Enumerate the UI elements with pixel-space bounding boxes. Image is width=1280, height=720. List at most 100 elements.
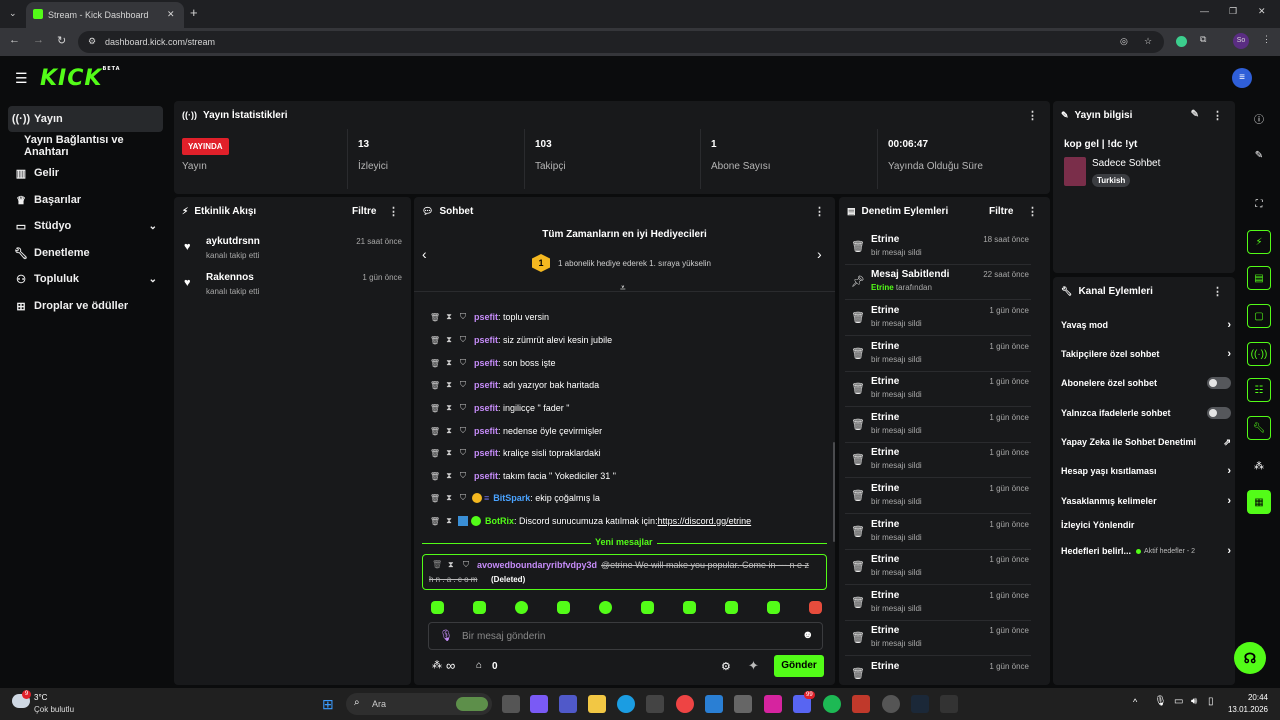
category-thumbnail[interactable] (1064, 157, 1086, 186)
document-icon[interactable]: ▤ (1247, 266, 1271, 290)
profile-avatar[interactable]: So (1233, 33, 1249, 49)
spotify-icon[interactable] (823, 695, 841, 713)
emote-icon[interactable] (641, 601, 654, 614)
app-icon[interactable]: ▦ (1247, 490, 1271, 514)
forward-icon[interactable]: → (33, 34, 44, 46)
hourglass-icon[interactable]: ⧗ (442, 403, 456, 413)
user-avatar[interactable]: ≡ (1232, 68, 1252, 88)
chat-menu-icon[interactable]: ⋮ (814, 205, 825, 218)
microphone-icon[interactable]: 🎙︎ (439, 629, 453, 642)
emote-icon[interactable] (557, 601, 570, 614)
stream-info-menu-icon[interactable]: ⋮ (1212, 109, 1223, 122)
wrench-icon[interactable]: 🔧︎ (1247, 416, 1271, 440)
browser-tab[interactable]: Stream - Kick Dashboard ✕ (26, 2, 184, 28)
sidebar-item-studyo[interactable]: ▭ Stüdyo ⌄ (8, 213, 163, 239)
trash-icon[interactable]: 🗑︎ (428, 427, 442, 436)
store-icon[interactable] (646, 695, 664, 713)
epic-games-icon[interactable] (940, 695, 958, 713)
followers-only-row[interactable]: Takipçilere özel sohbet › (1061, 344, 1231, 364)
moderation-menu-icon[interactable]: ⋮ (1027, 205, 1038, 218)
bookmark-star-icon[interactable]: ☆ (1144, 36, 1152, 47)
emote-icon[interactable] (725, 601, 738, 614)
shield-icon[interactable]: ⛉ (456, 471, 470, 481)
hourglass-icon[interactable]: ⧗ (442, 426, 456, 436)
steam-icon[interactable] (911, 695, 929, 713)
taskbar-search[interactable]: ⌕ Ara (346, 693, 492, 715)
fullscreen-icon[interactable]: ⛶ (1247, 192, 1271, 216)
shield-icon[interactable]: ⛉ (463, 560, 469, 570)
close-tab-icon[interactable]: ✕ (167, 9, 175, 20)
channel-points-icon[interactable]: ⁂ (1247, 454, 1271, 478)
emote-icon[interactable] (683, 601, 696, 614)
edge-icon[interactable] (617, 695, 635, 713)
sidebar-item-denetleme[interactable]: 🔧︎ Denetleme (8, 240, 163, 266)
goals-row[interactable]: Hedefleri belirl... Aktif hedefler - 2 › (1061, 541, 1231, 561)
teams-icon[interactable] (559, 695, 577, 713)
weather-desc[interactable]: Çok bulutlu (34, 705, 74, 714)
chat-scrollbar[interactable] (833, 442, 835, 542)
vscode-icon[interactable] (705, 695, 723, 713)
trash-icon[interactable]: 🗑︎ (428, 472, 442, 481)
deleted-message-user[interactable]: avowedboundaryribfvdpy3d (477, 560, 597, 570)
channel-actions-menu-icon[interactable]: ⋮ (1212, 285, 1223, 298)
hourglass-icon[interactable]: ⧗ (442, 493, 456, 503)
trash-icon[interactable]: 🗑︎ (428, 517, 442, 526)
shield-icon[interactable]: ⛉ (456, 358, 470, 368)
app-icon[interactable] (734, 695, 752, 713)
sidebar-item-droplar[interactable]: ⊞ Droplar ve ödüller (8, 293, 163, 319)
file-explorer-icon[interactable] (588, 695, 606, 713)
shield-icon[interactable]: ⛉ (456, 380, 470, 390)
trash-icon[interactable]: 🗑︎ (428, 404, 442, 413)
trash-icon[interactable]: 🗑︎ (428, 336, 442, 345)
trash-icon[interactable]: 🗑︎ (428, 449, 442, 458)
collapse-arrow-icon[interactable]: ⩡ (620, 283, 626, 294)
emote-icon[interactable] (767, 601, 780, 614)
hourglass-icon[interactable]: ⧗ (442, 380, 456, 390)
extensions-puzzle-icon[interactable]: ⧉ (1200, 34, 1206, 45)
url-field[interactable]: ⚙ dashboard.kick.com/stream ◎ ☆ (78, 31, 1164, 53)
trash-icon[interactable]: 🗑︎ (428, 494, 442, 503)
settings-gear-icon[interactable]: ⚙ (721, 660, 731, 673)
emote-icon[interactable] (431, 601, 444, 614)
broadcast-icon[interactable]: ((·)) (1247, 342, 1271, 366)
copilot-icon[interactable] (530, 695, 548, 713)
app-icon[interactable] (852, 695, 870, 713)
ai-moderation-row[interactable]: Yapay Zeka ile Sohbet Denetimi ⇗ (1061, 432, 1231, 452)
help-headset-icon[interactable]: ☊ (1234, 642, 1266, 674)
hourglass-icon[interactable]: ⧗ (442, 448, 456, 458)
activity-menu-icon[interactable]: ⋮ (388, 205, 399, 218)
emotes-only-toggle[interactable] (1207, 407, 1231, 419)
chevron-right-icon[interactable]: › (817, 246, 822, 262)
shield-icon[interactable]: ⛉ (456, 493, 470, 503)
extension-icon[interactable] (1176, 36, 1187, 47)
chrome-icon[interactable] (676, 695, 694, 713)
site-info-icon[interactable]: ⚙ (88, 36, 96, 47)
chat-input[interactable]: 🎙︎ Bir mesaj gönderin ☻ (428, 622, 823, 650)
minimize-icon[interactable]: — (1200, 6, 1209, 16)
category-name[interactable]: Sadece Sohbet (1092, 158, 1160, 169)
hamburger-menu-icon[interactable]: ☰ (15, 70, 28, 87)
microphone-icon[interactable]: 🎙︎ (1154, 696, 1167, 707)
shield-icon[interactable]: ⛉ (456, 448, 470, 458)
trash-icon[interactable]: 🗑︎ (428, 313, 442, 322)
trash-icon[interactable]: 🗑︎ (432, 560, 442, 569)
hourglass-icon[interactable]: ⧗ (442, 516, 456, 526)
emote-icon[interactable] (515, 601, 528, 614)
emote-icon[interactable] (473, 601, 486, 614)
new-tab-icon[interactable]: + (190, 5, 198, 20)
chat-link[interactable]: https://discord.gg/etrine (658, 516, 752, 526)
chat-tools-icon[interactable]: ✦ (748, 658, 759, 674)
clock-time[interactable]: 20:44 (1228, 693, 1268, 702)
reload-icon[interactable]: ↻ (57, 34, 66, 47)
moderation-filter-button[interactable]: Filtre (989, 206, 1013, 217)
hourglass-icon[interactable]: ⧗ (442, 358, 456, 368)
instagram-icon[interactable] (764, 695, 782, 713)
tray-chevron-icon[interactable]: ^ (1133, 697, 1137, 707)
kick-logo[interactable]: KICKBETA (40, 66, 121, 91)
shield-icon[interactable]: ⛉ (456, 426, 470, 436)
sidebar-item-stream-key[interactable]: Yayın Bağlantısı ve Anahtarı (24, 133, 170, 159)
window-close-icon[interactable]: ✕ (1258, 6, 1266, 17)
clock-date[interactable]: 13.01.2026 (1212, 705, 1268, 714)
shield-icon[interactable]: ⛉ (456, 335, 470, 345)
info-icon[interactable]: ⓘ (1247, 106, 1271, 130)
